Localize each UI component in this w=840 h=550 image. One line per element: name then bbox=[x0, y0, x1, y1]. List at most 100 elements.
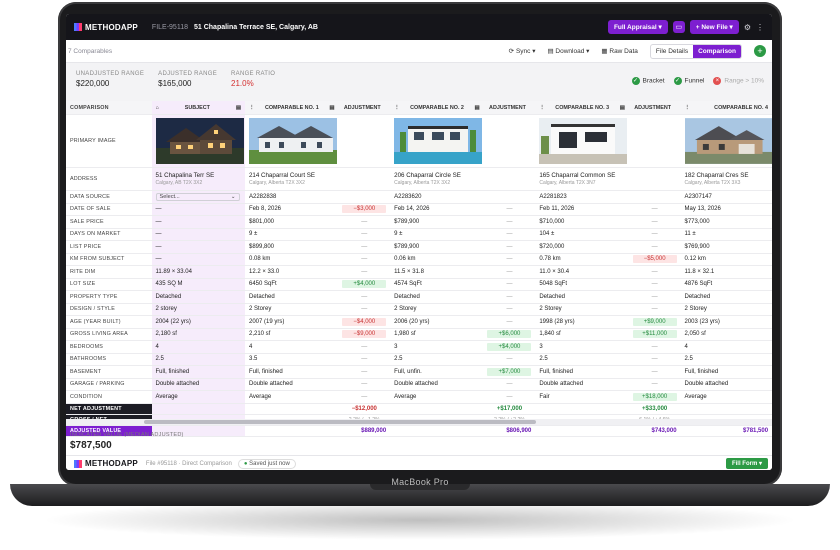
adjustment-badge[interactable]: — bbox=[506, 306, 512, 312]
adjustment-badge[interactable]: — bbox=[652, 219, 658, 225]
device-brand: MacBook Pro bbox=[391, 477, 449, 487]
horizontal-scrollbar[interactable] bbox=[144, 420, 536, 424]
adjustment-badge[interactable]: +$9,000 bbox=[632, 317, 677, 326]
menu-icon[interactable]: ▤ bbox=[329, 105, 334, 111]
menu-icon[interactable]: ▤ bbox=[620, 105, 625, 111]
check-icon: ✓ bbox=[673, 77, 682, 85]
tab-comparison[interactable]: Comparison bbox=[693, 44, 741, 58]
subject-house-image bbox=[155, 118, 244, 164]
adjustment-badge[interactable]: — bbox=[652, 244, 658, 250]
adjustment-badge[interactable]: −$9,000 bbox=[342, 330, 387, 339]
attribute-row-ptype: PROPERTY TYPE Detached Detached — Detached — D… bbox=[66, 291, 772, 304]
file-address: 51 Chapalina Terrace SE, Calgary, AB bbox=[193, 23, 318, 31]
adjustment-badge[interactable]: — bbox=[506, 219, 512, 225]
adjustment-badge[interactable]: +$4,000 bbox=[487, 342, 532, 351]
adjustment-badge[interactable]: — bbox=[361, 256, 367, 262]
adjustment-badge[interactable]: — bbox=[652, 269, 658, 275]
fill-form-button[interactable]: Fill Form ▾ bbox=[725, 458, 768, 469]
comp-4-value: 2003 (23 yrs) bbox=[684, 318, 720, 325]
adjustment-badge[interactable]: — bbox=[652, 281, 658, 287]
legend-funnel-label: Funnel bbox=[684, 77, 705, 85]
adjustment-badge[interactable]: — bbox=[361, 356, 367, 362]
adjustment-badge[interactable]: −$4,000 bbox=[342, 317, 387, 326]
adjustment-badge[interactable]: +$11,000 bbox=[632, 330, 677, 339]
menu-icon[interactable]: ▤ bbox=[475, 105, 480, 111]
adjustment-badge[interactable]: — bbox=[361, 306, 367, 312]
adjustment-badge[interactable]: — bbox=[652, 344, 658, 350]
adjustment-badge[interactable]: — bbox=[361, 219, 367, 225]
comp-4-house-image bbox=[684, 118, 772, 164]
subject-value: — bbox=[151, 241, 245, 253]
adjustment-badge[interactable]: +$4,000 bbox=[342, 280, 387, 289]
adjustment-badge[interactable]: — bbox=[506, 319, 512, 325]
adjustment-badge[interactable]: — bbox=[652, 381, 658, 387]
indicated-value: $787,500 bbox=[70, 440, 112, 451]
adjustment-badge[interactable]: — bbox=[652, 294, 658, 300]
logo[interactable]: METHODAPP bbox=[74, 23, 138, 32]
adjustment-badge[interactable]: −$3,000 bbox=[342, 205, 387, 214]
comp-2-address[interactable]: 206 Chaparral Circle SE Calgary, Alberta … bbox=[390, 168, 483, 190]
adjustment-badge[interactable]: — bbox=[506, 269, 512, 275]
adjustment-badge[interactable]: — bbox=[361, 231, 367, 237]
comp-2-adjustment: — bbox=[484, 379, 536, 391]
adjustment-badge[interactable]: — bbox=[361, 269, 367, 275]
comp-2-value: 2006 (20 yrs) bbox=[394, 318, 430, 325]
adjustment-badge[interactable]: — bbox=[652, 306, 658, 312]
folder-icon[interactable]: ▭ bbox=[672, 21, 685, 33]
adjustment-badge[interactable]: — bbox=[506, 256, 512, 262]
comp-2-adjustment: — bbox=[484, 304, 536, 316]
tab-file-details[interactable]: File Details bbox=[651, 45, 693, 58]
adjustment-badge[interactable]: — bbox=[361, 344, 367, 350]
adjustment-badge[interactable]: −$5,000 bbox=[632, 255, 677, 264]
add-comparable-button[interactable]: + bbox=[754, 45, 766, 57]
drag-handle-icon[interactable]: ⋮ bbox=[394, 105, 399, 111]
adjustment-badge[interactable]: — bbox=[361, 294, 367, 300]
download-button[interactable]: ▤ Download ▾ bbox=[547, 47, 589, 55]
drag-handle-icon[interactable]: ⋮ bbox=[539, 105, 544, 111]
adjustment-badge[interactable]: +$7,000 bbox=[487, 367, 532, 376]
data-source-select[interactable]: Select... ⌄ bbox=[155, 192, 240, 201]
adjustment-badge[interactable]: — bbox=[506, 381, 512, 387]
drag-handle-icon[interactable]: ⋮ bbox=[249, 105, 254, 111]
header-comparison-label: COMPARISON bbox=[70, 104, 109, 111]
row-label: SALE PRICE bbox=[70, 218, 104, 225]
adjustment-badge[interactable]: +$18,000 bbox=[632, 392, 677, 401]
comp-2-house-image bbox=[394, 118, 483, 164]
adjustment-badge[interactable]: — bbox=[506, 206, 512, 212]
drag-handle-icon[interactable]: ⋮ bbox=[685, 105, 690, 111]
adjustment-badge[interactable]: — bbox=[506, 394, 512, 400]
adjustment-badge[interactable]: — bbox=[506, 356, 512, 362]
adjustment-badge[interactable]: — bbox=[506, 281, 512, 287]
adj-empty bbox=[629, 191, 681, 203]
more-icon[interactable]: ⋮ bbox=[756, 23, 764, 32]
header-comp-3-label: COMPARABLE NO. 3 bbox=[555, 104, 610, 111]
subject-value: — bbox=[151, 253, 245, 265]
adjustment-badge[interactable]: — bbox=[361, 381, 367, 387]
adjustment-badge[interactable]: — bbox=[506, 294, 512, 300]
adjustment-badge[interactable]: — bbox=[652, 369, 658, 375]
adjustment-badge[interactable]: — bbox=[506, 244, 512, 250]
attribute-row-style: DESIGN / STYLE 2 storey 2 Storey —2 Storey —… bbox=[66, 303, 772, 316]
adjustment-badge[interactable]: — bbox=[361, 369, 367, 375]
adjustment-badge[interactable]: — bbox=[652, 206, 658, 212]
adjustment-badge[interactable]: — bbox=[506, 231, 512, 237]
comp-1-address[interactable]: 214 Chaparral Court SE Calgary, Alberta T… bbox=[245, 168, 338, 190]
comp-3-address[interactable]: 165 Chaparral Common SE Calgary, Alberta … bbox=[535, 168, 628, 190]
adjustment-badge[interactable]: — bbox=[361, 244, 367, 250]
comp-2-value: Average bbox=[394, 393, 417, 400]
sync-button[interactable]: ⟳ Sync ▾ bbox=[509, 47, 536, 55]
raw-data-button[interactable]: ▦ Raw Data bbox=[601, 47, 638, 55]
full-appraisal-button[interactable]: Full Appraisal ▾ bbox=[607, 20, 668, 34]
adjustment-badge[interactable]: +$6,000 bbox=[487, 330, 532, 339]
adjustment-badge[interactable]: — bbox=[652, 356, 658, 362]
check-legend: ✓ Bracket ✓ Funnel × Range > 10% bbox=[631, 77, 764, 85]
saved-dot-icon: ● bbox=[243, 460, 248, 467]
comp-2-value: 2.5 bbox=[394, 356, 403, 363]
new-file-button[interactable]: + New File ▾ bbox=[689, 20, 739, 34]
settings-icon[interactable]: ⚙ bbox=[744, 23, 751, 32]
menu-icon[interactable]: ▤ bbox=[236, 105, 241, 111]
header-adj-2: ADJUSTMENT bbox=[489, 104, 526, 111]
adjustment-badge[interactable]: — bbox=[361, 394, 367, 400]
adjustment-badge[interactable]: — bbox=[652, 231, 658, 237]
comp-4-address[interactable]: 182 Chaparral Cres SE Calgary, Alberta T2… bbox=[681, 168, 772, 190]
